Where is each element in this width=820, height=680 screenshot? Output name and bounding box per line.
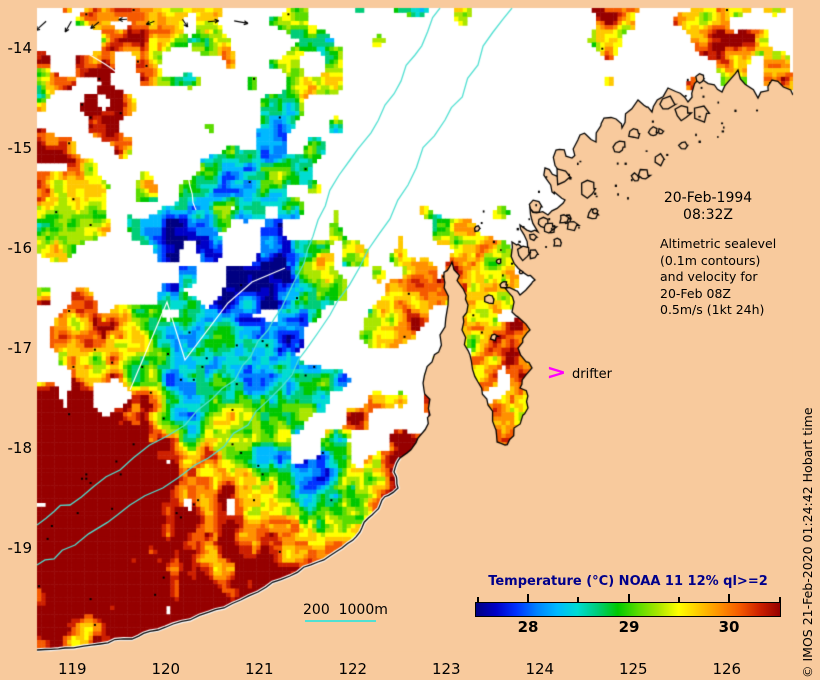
x-tick-label: 126 xyxy=(712,660,742,678)
x-tick-label: 124 xyxy=(525,660,555,678)
datetime-time: 08:32Z xyxy=(683,207,733,223)
drifter-marker-icon: > xyxy=(546,360,567,384)
datetime-date: 20-Feb-1994 xyxy=(663,190,753,206)
colorbar-tick-label: 30 xyxy=(718,618,740,636)
colorbar-minor-tick xyxy=(577,597,579,602)
colorbar-major-tick xyxy=(527,594,529,602)
depth-scale-label: 200 1000m xyxy=(303,602,388,618)
x-tick-label: 122 xyxy=(338,660,368,678)
y-tick-label: -19 xyxy=(7,539,33,557)
colorbar-gradient xyxy=(475,602,781,617)
drifter-label: drifter xyxy=(572,367,612,382)
colorbar-minor-tick xyxy=(779,597,781,602)
x-tick-label: 121 xyxy=(244,660,274,678)
altimetric-note-line: (0.1m contours) xyxy=(660,252,761,268)
y-tick-label: -18 xyxy=(7,439,33,457)
altimetric-note-line: and velocity for xyxy=(660,269,758,284)
altimetric-note: Altimetric sealevel (0.1m contours) and ve… xyxy=(660,236,776,319)
altimetric-note-line: Altimetric sealevel xyxy=(660,236,777,251)
x-tick-label: 120 xyxy=(151,660,181,678)
colorbar-major-tick xyxy=(728,594,730,602)
sst-map-figure: -14 -15 -16 -17 -18 -19 119 120 121 122 123 124 125… xyxy=(0,0,820,680)
x-tick-label: 119 xyxy=(57,660,87,678)
colorbar-tick-label: 29 xyxy=(618,618,640,636)
colorbar-major-tick xyxy=(628,594,630,602)
datetime-annotation: 20-Feb-1994 08:32Z xyxy=(660,190,756,224)
colorbar-minor-tick xyxy=(477,597,479,602)
y-tick-label: -14 xyxy=(7,39,33,57)
depth-contour-sample-line xyxy=(305,620,376,622)
credit-text: © IMOS 21-Feb-2020 01:24:42 Hobart time xyxy=(800,407,815,678)
altimetric-note-line: 20-Feb 08Z xyxy=(660,285,731,301)
y-tick-label: -15 xyxy=(7,139,33,157)
colorbar-tick-label: 28 xyxy=(517,618,539,636)
colorbar-minor-tick xyxy=(678,597,680,602)
y-tick-label: -16 xyxy=(7,239,33,257)
x-tick-label: 123 xyxy=(431,660,461,678)
x-tick-label: 125 xyxy=(618,660,648,678)
altimetric-note-line: 0.5m/s (1kt 24h) xyxy=(660,302,765,317)
y-tick-label: -17 xyxy=(7,339,33,357)
colorbar-title: Temperature (°C) NOAA 11 12% ql>=2 xyxy=(488,574,768,589)
